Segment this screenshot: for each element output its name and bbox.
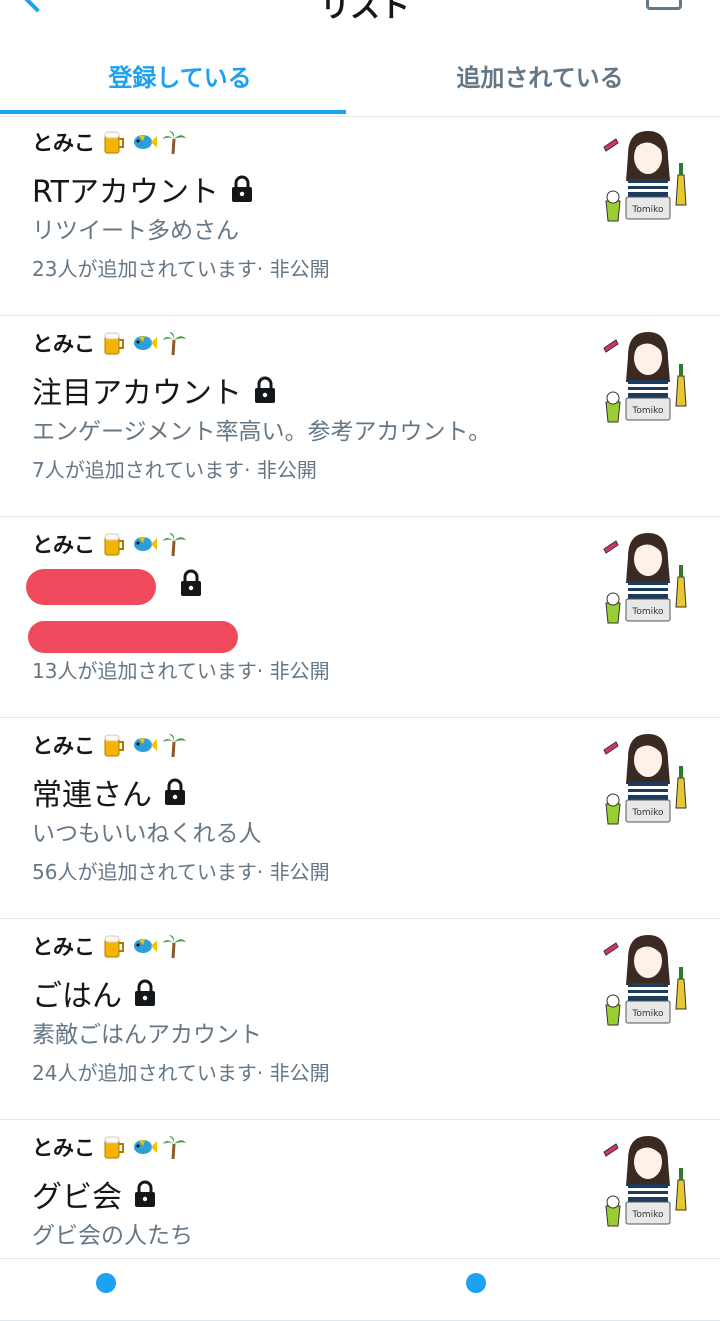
tropical-fish-emoji-icon [134,939,157,953]
beer-emoji-icon [104,131,124,154]
list-name-row: グビ会 [32,1172,158,1216]
owner-avatar: Tomiko [603,131,687,222]
beer-emoji-icon [104,533,124,556]
list-description: エンゲージメント率高い。参考アカウント。 [32,419,492,445]
list-item[interactable]: とみこ RTアカウント リツイート多めさん 23人が追加されています· 非公開 … [0,115,720,316]
owner-emoji-row [101,531,187,557]
list-owner: とみこ [32,931,187,961]
top-navigation-bar: リスト [0,0,720,20]
lists-container: とみこ RTアカウント リツイート多めさん 23人が追加されています· 非公開 … [0,115,720,1321]
page-title: リスト [320,0,410,20]
palm-tree-emoji-icon [163,131,186,155]
owner-avatar: Tomiko [603,332,687,423]
list-name: グビ会 [32,1180,122,1215]
active-tab-indicator [0,110,346,114]
beer-emoji-icon [104,1136,124,1159]
tab-subscribed[interactable]: 登録している [0,28,360,116]
tab-member-of[interactable]: 追加されている [360,28,720,116]
owner-emoji-row [101,732,187,758]
lock-icon [165,778,185,805]
svg-text:Tomiko: Tomiko [631,406,664,416]
list-description: いつもいいねくれる人 [32,821,262,847]
owner-emoji-row [101,933,187,959]
list-name: 常連さん [32,778,152,813]
list-name-row: 注目アカウント [32,368,278,412]
beer-emoji-icon [104,734,124,757]
notifications-tab-icon[interactable] [466,1273,486,1293]
svg-text:Tomiko: Tomiko [631,1210,664,1220]
lock-icon [135,1180,155,1207]
list-item[interactable]: とみこ 13人が追加されています· 非公開 Tomiko [0,517,720,718]
lock-icon [181,569,201,596]
svg-text:Tomiko: Tomiko [631,1009,664,1019]
list-name-row: ごはん [32,971,158,1015]
beer-emoji-icon [104,935,124,958]
list-name-row [168,569,204,597]
tropical-fish-emoji-icon [134,135,157,149]
lock-icon [255,376,275,403]
list-owner: とみこ [32,127,187,157]
list-member-count: 23人が追加されています· 非公開 [32,257,330,281]
back-arrow-icon[interactable] [21,0,53,13]
owner-emoji-row [101,330,187,356]
list-owner: とみこ [32,730,187,760]
owner-name: とみこ [32,734,95,758]
owner-avatar: Tomiko [603,935,687,1026]
list-description: グビ会の人たち [32,1223,193,1249]
list-member-count: 24人が追加されています· 非公開 [32,1061,330,1085]
list-owner: とみこ [32,1132,187,1162]
list-owner: とみこ [32,328,187,358]
palm-tree-emoji-icon [163,1136,186,1160]
owner-avatar: Tomiko [603,734,687,825]
home-tab-icon[interactable] [96,1273,116,1293]
list-description: 素敵ごはんアカウント [32,1022,262,1048]
lock-icon [232,175,252,202]
list-owner: とみこ [32,529,187,559]
bottom-tab-bar [0,1258,720,1293]
palm-tree-emoji-icon [163,935,186,959]
owner-name: とみこ [32,131,95,155]
palm-tree-emoji-icon [163,533,186,557]
list-name: 注目アカウント [32,376,242,411]
list-name-row: 常連さん [32,770,188,814]
svg-text:Tomiko: Tomiko [631,205,664,215]
list-item[interactable]: とみこ 注目アカウント エンゲージメント率高い。参考アカウント。 7人が追加され… [0,316,720,517]
list-member-count: 56人が追加されています· 非公開 [32,860,330,884]
palm-tree-emoji-icon [163,332,186,356]
tropical-fish-emoji-icon [134,738,157,752]
list-item[interactable]: とみこ ごはん 素敵ごはんアカウント 24人が追加されています· 非公開 Tom… [0,919,720,1120]
owner-name: とみこ [32,1136,95,1160]
list-name-row: RTアカウント [32,167,255,211]
owner-emoji-row [101,129,187,155]
list-description: リツイート多めさん [32,218,239,244]
beer-emoji-icon [104,332,124,355]
owner-name: とみこ [32,332,95,356]
svg-text:Tomiko: Tomiko [631,808,664,818]
list-name: RTアカウント [32,175,219,210]
redacted-list-name [26,569,156,605]
owner-name: とみこ [32,935,95,959]
owner-avatar: Tomiko [603,1136,687,1227]
lock-icon [135,979,155,1006]
list-member-count: 7人が追加されています· 非公開 [32,458,317,482]
owner-avatar: Tomiko [603,533,687,624]
tab-bar: 登録している 追加されている [0,28,720,117]
owner-emoji-row [101,1134,187,1160]
new-list-icon[interactable] [646,0,682,10]
list-member-count: 13人が追加されています· 非公開 [32,659,330,683]
list-name: ごはん [32,979,122,1014]
palm-tree-emoji-icon [163,734,186,758]
redacted-list-description [28,621,238,653]
tropical-fish-emoji-icon [134,537,157,551]
tropical-fish-emoji-icon [134,1140,157,1154]
tropical-fish-emoji-icon [134,336,157,350]
svg-text:Tomiko: Tomiko [631,607,664,617]
owner-name: とみこ [32,533,95,557]
list-item[interactable]: とみこ 常連さん いつもいいねくれる人 56人が追加されています· 非公開 To… [0,718,720,919]
